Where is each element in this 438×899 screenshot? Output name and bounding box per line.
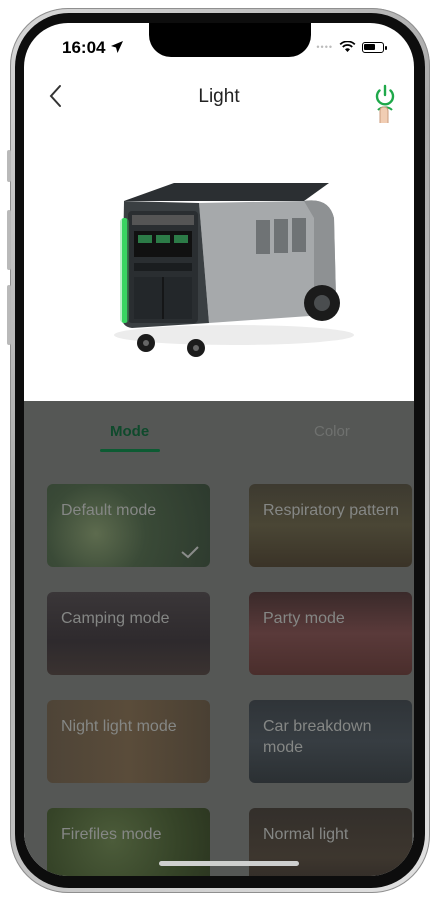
mode-card-night-light[interactable]: Night light mode (47, 700, 210, 783)
battery-icon (362, 41, 387, 53)
tab-active-indicator (100, 449, 160, 452)
mode-card-label: Party mode (263, 610, 345, 627)
volume-down-button (7, 285, 11, 345)
mode-card-label: Camping mode (61, 610, 170, 627)
mode-card-label: Firefiles mode (61, 826, 162, 843)
signal-dots-icon: •••• (316, 42, 333, 52)
app-screen: 16:04 •••• Light Mode Color Default mode… (24, 23, 414, 876)
silent-switch (7, 150, 11, 182)
mode-card-label: Night light mode (61, 718, 177, 735)
location-arrow-icon (111, 41, 124, 53)
mode-card-party[interactable]: Party mode (249, 592, 412, 675)
nav-bar: Light (24, 75, 414, 119)
mode-card-respiratory[interactable]: Respiratory pattern (249, 484, 412, 567)
status-indicators: •••• (316, 41, 387, 53)
notch (149, 23, 311, 57)
checkmark-icon (181, 546, 199, 559)
mode-card-default[interactable]: Default mode (47, 484, 210, 567)
home-indicator[interactable] (159, 861, 299, 866)
mode-card-label: Default mode (61, 502, 157, 519)
power-station-illustration (114, 183, 354, 357)
mode-card-car-breakdown[interactable]: Car breakdown mode (249, 700, 412, 783)
mode-card-label: Respiratory pattern (263, 502, 400, 519)
light-settings-panel: Mode Color Default mode Respiratory patt… (24, 401, 414, 876)
wifi-icon (339, 41, 356, 52)
tab-mode[interactable]: Mode (110, 423, 149, 440)
mode-card-label: Normal light (263, 826, 349, 843)
volume-up-button (7, 210, 11, 270)
page-title: Light (198, 86, 240, 107)
product-image (24, 123, 414, 405)
mode-card-camping[interactable]: Camping mode (47, 592, 210, 675)
status-time: 16:04 (62, 38, 124, 58)
mode-card-label: Car breakdown mode (263, 718, 372, 756)
tab-color[interactable]: Color (314, 423, 350, 440)
status-time-text: 16:04 (62, 38, 106, 57)
